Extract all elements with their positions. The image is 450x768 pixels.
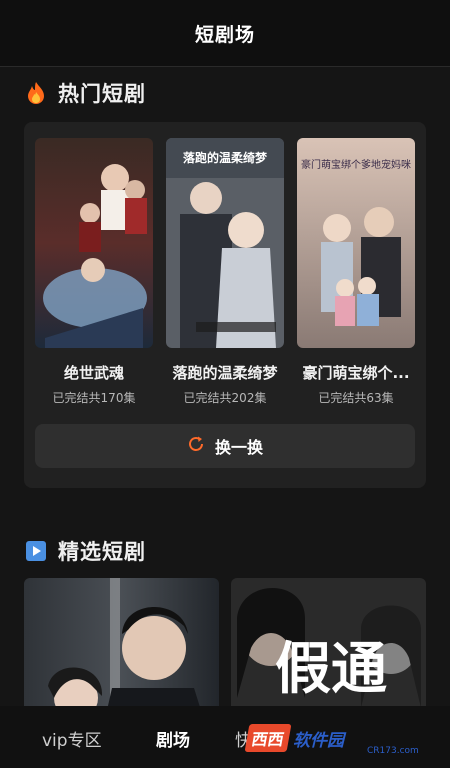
watermark-logo: 西西 软件园 CR173.com xyxy=(244,716,435,760)
drama-poster[interactable]: 豪门萌宝绑个爹地宠妈咪 xyxy=(297,138,415,348)
drama-title: 落跑的温柔绮梦 xyxy=(172,364,278,382)
drama-poster[interactable]: 落跑的温柔绮梦 xyxy=(166,138,284,348)
featured-section-title: 精选短剧 xyxy=(58,540,146,564)
page-title: 短剧场 xyxy=(194,23,255,46)
drama-card[interactable]: 豪门萌宝绑个爹地宠妈咪 豪门萌宝绑个... 已完结共63集 xyxy=(297,138,415,406)
play-icon xyxy=(24,539,48,563)
watermark-badge: 西西 xyxy=(244,724,292,752)
drama-status: 已完结共202集 xyxy=(183,391,267,405)
header-divider xyxy=(0,66,450,67)
app-header: 短剧场 xyxy=(0,0,450,66)
featured-section-header: 精选短剧 xyxy=(24,536,146,566)
watermark-text: 软件园 xyxy=(293,730,345,751)
drama-status: 已完结共63集 xyxy=(318,391,394,405)
nav-tab-theater[interactable]: 剧场 xyxy=(156,726,190,751)
poster-title-text: 假通 xyxy=(275,636,387,702)
refresh-label: 换一换 xyxy=(214,438,263,457)
refresh-icon xyxy=(187,435,205,457)
hot-section-title: 热门短剧 xyxy=(58,82,146,106)
drama-title: 绝世武魂 xyxy=(63,364,124,382)
drama-card[interactable]: 落跑的温柔绮梦 落跑的温柔绮梦 已完结共202集 xyxy=(166,138,284,406)
drama-card[interactable]: 绝世武魂 已完结共170集 xyxy=(35,138,153,406)
poster-title-text: 豪门萌宝绑个爹地宠妈咪 xyxy=(301,158,411,171)
fire-icon xyxy=(24,81,48,105)
hot-section-header: 热门短剧 xyxy=(24,78,146,108)
hot-dramas-panel: 绝世武魂 已完结共170集 落跑的温柔绮梦 落跑的温柔绮梦 已完结共202集 豪… xyxy=(24,122,426,488)
drama-status: 已完结共170集 xyxy=(52,391,136,405)
poster-title-text: 落跑的温柔绮梦 xyxy=(183,150,268,165)
drama-title: 豪门萌宝绑个... xyxy=(302,364,410,382)
watermark-url: CR173.com xyxy=(367,746,419,756)
refresh-button[interactable]: 换一换 xyxy=(35,424,415,468)
nav-tab-vip[interactable]: vip专区 xyxy=(42,726,102,751)
drama-poster[interactable] xyxy=(35,138,153,348)
